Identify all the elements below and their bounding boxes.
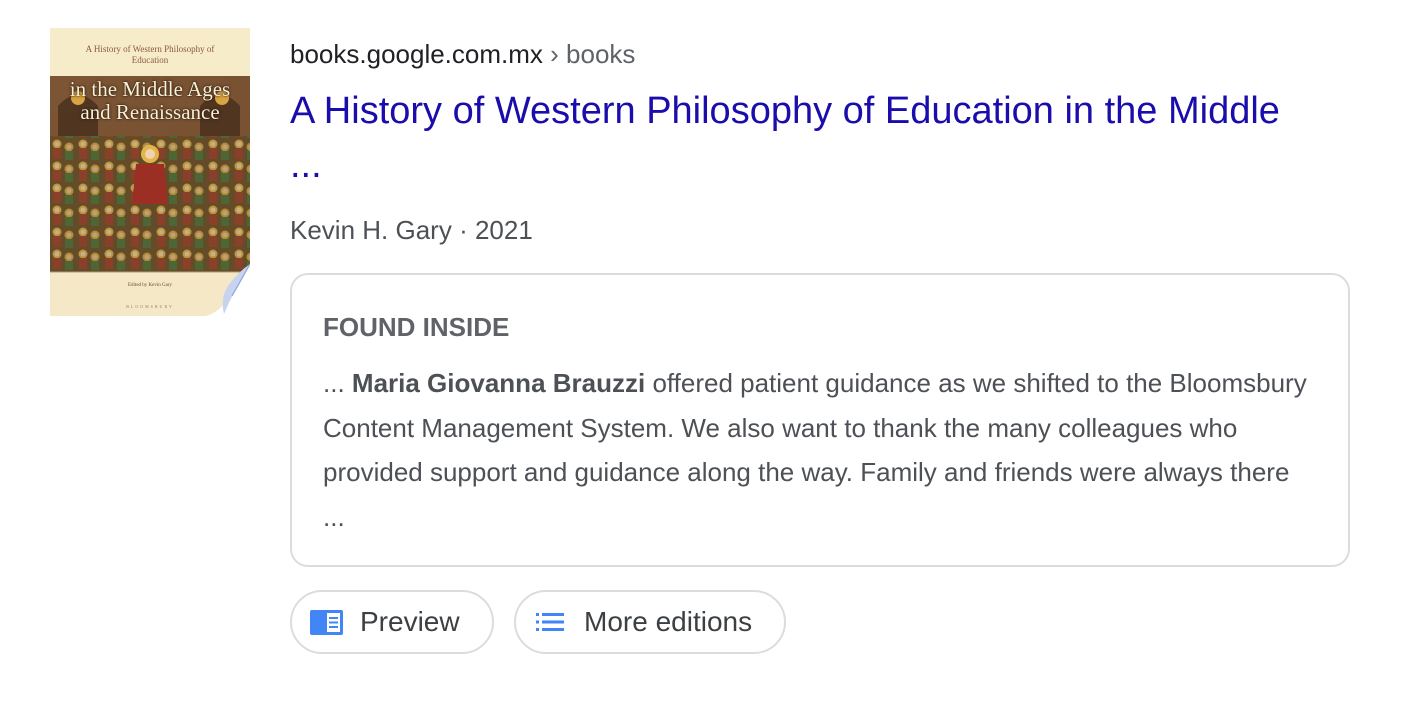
more-editions-button[interactable]: More editions [514,590,786,654]
list-icon [536,612,564,632]
found-inside-snippet: ... Maria Giovanna Brauzzi offered patie… [323,361,1313,539]
book-author: Kevin H. Gary [290,215,452,245]
result-title-link[interactable]: A History of Western Philosophy of Educa… [290,84,1370,192]
book-search-result: A History of Western Philosophy of Educa… [0,0,1416,710]
book-meta: Kevin H. Gary · 2021 [290,214,533,246]
cover-series-text: A History of Western Philosophy of Educa… [85,44,215,65]
meta-separator: · [459,215,468,245]
breadcrumb-domain: books.google.com.mx [290,39,543,69]
book-cover-thumbnail[interactable]: A History of Western Philosophy of Educa… [50,28,250,316]
cover-editor-text: Edited by Kevin Gary [127,283,173,288]
preview-button[interactable]: Preview [290,590,494,654]
cover-publisher-text: BLOOMSBURY [126,304,174,309]
preview-button-label: Preview [360,606,460,637]
breadcrumb-path: books [566,39,636,69]
result-title-line-2: ... [290,144,322,186]
book-cover-artwork [50,28,250,316]
cover-title-text: in the Middle Ages and Renaissance [69,77,231,124]
snippet-highlight: Maria Giovanna Brauzzi [351,368,646,398]
found-inside-heading: FOUND INSIDE [323,312,510,342]
result-title-line-1: A History of Western Philosophy of Educa… [290,90,1280,132]
found-inside-box: FOUND INSIDE ... Maria Giovanna Brauzzi … [290,273,1350,567]
book-preview-icon [310,609,343,635]
book-year: 2021 [474,215,533,245]
result-source-breadcrumb[interactable]: books.google.com.mx › books [290,38,635,70]
snippet-prefix: ... [323,368,352,398]
breadcrumb-separator: › [550,39,559,69]
more-editions-button-label: More editions [584,606,753,637]
